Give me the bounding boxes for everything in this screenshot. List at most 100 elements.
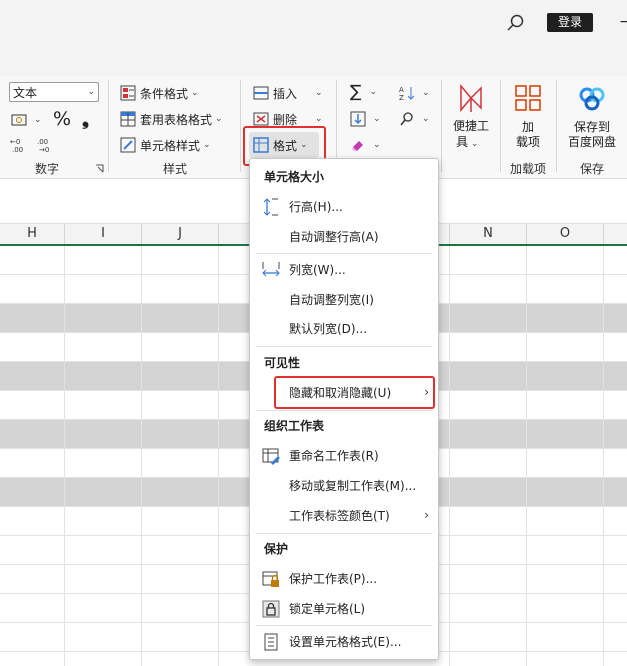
move-copy-sheet-item[interactable]: 移动或复制工作表(M)... — [251, 471, 437, 499]
chevron-down-icon: ⌄ — [315, 88, 323, 98]
column-width-item[interactable]: 列宽(W)... — [251, 255, 437, 283]
minimize-button[interactable]: − — [619, 12, 627, 32]
group-separator — [240, 80, 241, 172]
svg-text:←0: ←0 — [10, 138, 20, 146]
column-width-icon — [262, 262, 280, 277]
autofit-row-item[interactable]: 自动调整行高(A) — [251, 222, 437, 250]
addins-button[interactable]: 加 载项 — [507, 82, 549, 152]
decrease-decimal-icon[interactable]: .00→0 — [37, 136, 57, 154]
row-height-item[interactable]: 行高(H)... — [251, 192, 437, 220]
sort-filter-button[interactable]: AZ ⌄ — [399, 82, 430, 104]
shortcut-tool-icon — [460, 84, 482, 113]
addins-group-label: 加载项 — [509, 162, 546, 176]
group-separator — [441, 80, 442, 172]
chevron-down-icon: ⌄ — [87, 87, 95, 97]
group-separator — [108, 80, 109, 172]
conditional-format-button[interactable]: 条件格式 ⌄ — [120, 82, 199, 104]
delete-label: 删除 — [273, 112, 298, 127]
protect-sheet-item[interactable]: 保护工作表(P)... — [251, 564, 437, 592]
login-button[interactable]: 登录 — [547, 13, 593, 32]
fill-down-icon — [350, 111, 366, 127]
grid-line — [449, 246, 450, 666]
rename-sheet-item[interactable]: 重命名工作表(R) — [251, 441, 437, 469]
grid-line — [64, 246, 65, 666]
shortcut-tool-label-2: 具 ⌄ — [456, 135, 479, 149]
row-height-icon — [263, 198, 278, 216]
delete-cells-icon — [253, 112, 269, 126]
table-format-icon — [120, 111, 136, 127]
column-header[interactable]: I — [65, 224, 142, 244]
search-icon[interactable] — [505, 12, 527, 34]
menu-separator — [256, 253, 432, 254]
group-separator — [500, 80, 501, 172]
tab-color-label: 工作表标签颜色(T) — [289, 508, 390, 523]
format-as-table-label: 套用表格格式 — [140, 112, 213, 127]
conditional-format-label: 条件格式 — [140, 86, 189, 101]
column-width-label: 列宽(W)... — [289, 262, 346, 277]
organize-sheets-header: 组织工作表 — [264, 419, 325, 433]
rename-sheet-icon — [262, 448, 280, 465]
save-label-2: 百度网盘 — [567, 135, 616, 149]
column-header[interactable]: O — [527, 224, 604, 244]
autosum-button[interactable]: ∑ ⌄ — [350, 81, 377, 103]
menu-separator — [256, 410, 432, 411]
cell-size-header: 单元格大小 — [264, 170, 325, 184]
chevron-down-icon: ⌄ — [373, 114, 381, 124]
menu-separator — [256, 346, 432, 347]
shortcut-tool-button[interactable]: 便捷工 具 ⌄ — [448, 82, 494, 158]
protection-header: 保护 — [264, 542, 289, 556]
grid-line — [603, 246, 604, 666]
dialog-launcher-icon[interactable] — [95, 164, 104, 173]
format-cells-item[interactable]: 设置单元格格式(E)... — [251, 627, 437, 655]
tab-color-item[interactable]: 工作表标签颜色(T) › — [251, 501, 437, 529]
fill-button[interactable]: ⌄ — [350, 108, 381, 130]
format-cells-label: 设置单元格格式(E)... — [289, 634, 402, 649]
comma-style-button[interactable]: ❟ — [82, 108, 89, 130]
svg-text:.00: .00 — [12, 146, 23, 154]
percent-button[interactable]: % — [53, 108, 71, 130]
row-height-label: 行高(H)... — [289, 199, 343, 214]
lock-icon — [262, 600, 280, 618]
shortcut-tool-label-1: 便捷工 — [452, 119, 489, 133]
insert-button[interactable]: 插入 ⌄ — [253, 82, 323, 104]
insert-cells-icon — [253, 86, 269, 100]
accounting-format-button[interactable]: ⌄ — [11, 109, 42, 131]
grid-line — [141, 246, 142, 666]
chevron-down-icon: ⌄ — [422, 88, 430, 98]
sort-icon: AZ — [399, 86, 415, 101]
clear-button[interactable]: ⌄ — [350, 134, 381, 156]
format-as-table-button[interactable]: 套用表格格式 ⌄ — [120, 108, 223, 130]
number-format-select[interactable]: 文本 ⌄ — [9, 82, 99, 102]
format-dropdown-menu: 单元格大小 行高(H)... 自动调整行高(A) 列宽(W)... 自动调整列宽… — [249, 158, 439, 660]
autofit-column-item[interactable]: 自动调整列宽(I) — [251, 285, 437, 313]
move-copy-sheet-label: 移动或复制工作表(M)... — [289, 478, 417, 493]
find-select-button[interactable]: ⌄ — [399, 108, 430, 130]
increase-decimal-icon[interactable]: ←0.00 — [10, 136, 30, 154]
chevron-right-icon: › — [424, 508, 429, 522]
lock-cell-item[interactable]: 锁定单元格(L) — [251, 594, 437, 622]
column-header[interactable]: N — [450, 224, 527, 244]
protect-sheet-label: 保护工作表(P)... — [289, 571, 378, 586]
default-width-item[interactable]: 默认列宽(D)... — [251, 314, 437, 342]
save-group-label: 保存 — [579, 162, 604, 176]
styles-group-label: 样式 — [162, 162, 187, 176]
chevron-down-icon: ⌄ — [369, 87, 378, 97]
grid-line — [218, 246, 219, 666]
addins-icon — [515, 85, 541, 111]
chevron-down-icon: ⌄ — [315, 114, 323, 124]
rename-sheet-label: 重命名工作表(R) — [289, 448, 379, 463]
default-width-label: 默认列宽(D)... — [289, 321, 368, 336]
addins-label-2: 载项 — [515, 135, 540, 149]
menu-separator — [256, 625, 432, 626]
find-icon — [400, 112, 413, 126]
eraser-icon — [352, 141, 363, 151]
grid-line — [526, 246, 527, 666]
visibility-header: 可见性 — [264, 356, 301, 370]
cell-styles-button[interactable]: 单元格样式 ⌄ — [120, 134, 211, 156]
column-header[interactable]: H — [0, 224, 65, 244]
save-to-baidu-button[interactable]: 保存到 百度网盘 — [563, 82, 621, 154]
conditional-format-icon — [120, 85, 136, 101]
svg-text:→0: →0 — [39, 146, 49, 154]
svg-text:Z: Z — [399, 94, 404, 101]
column-header[interactable]: J — [142, 224, 219, 244]
